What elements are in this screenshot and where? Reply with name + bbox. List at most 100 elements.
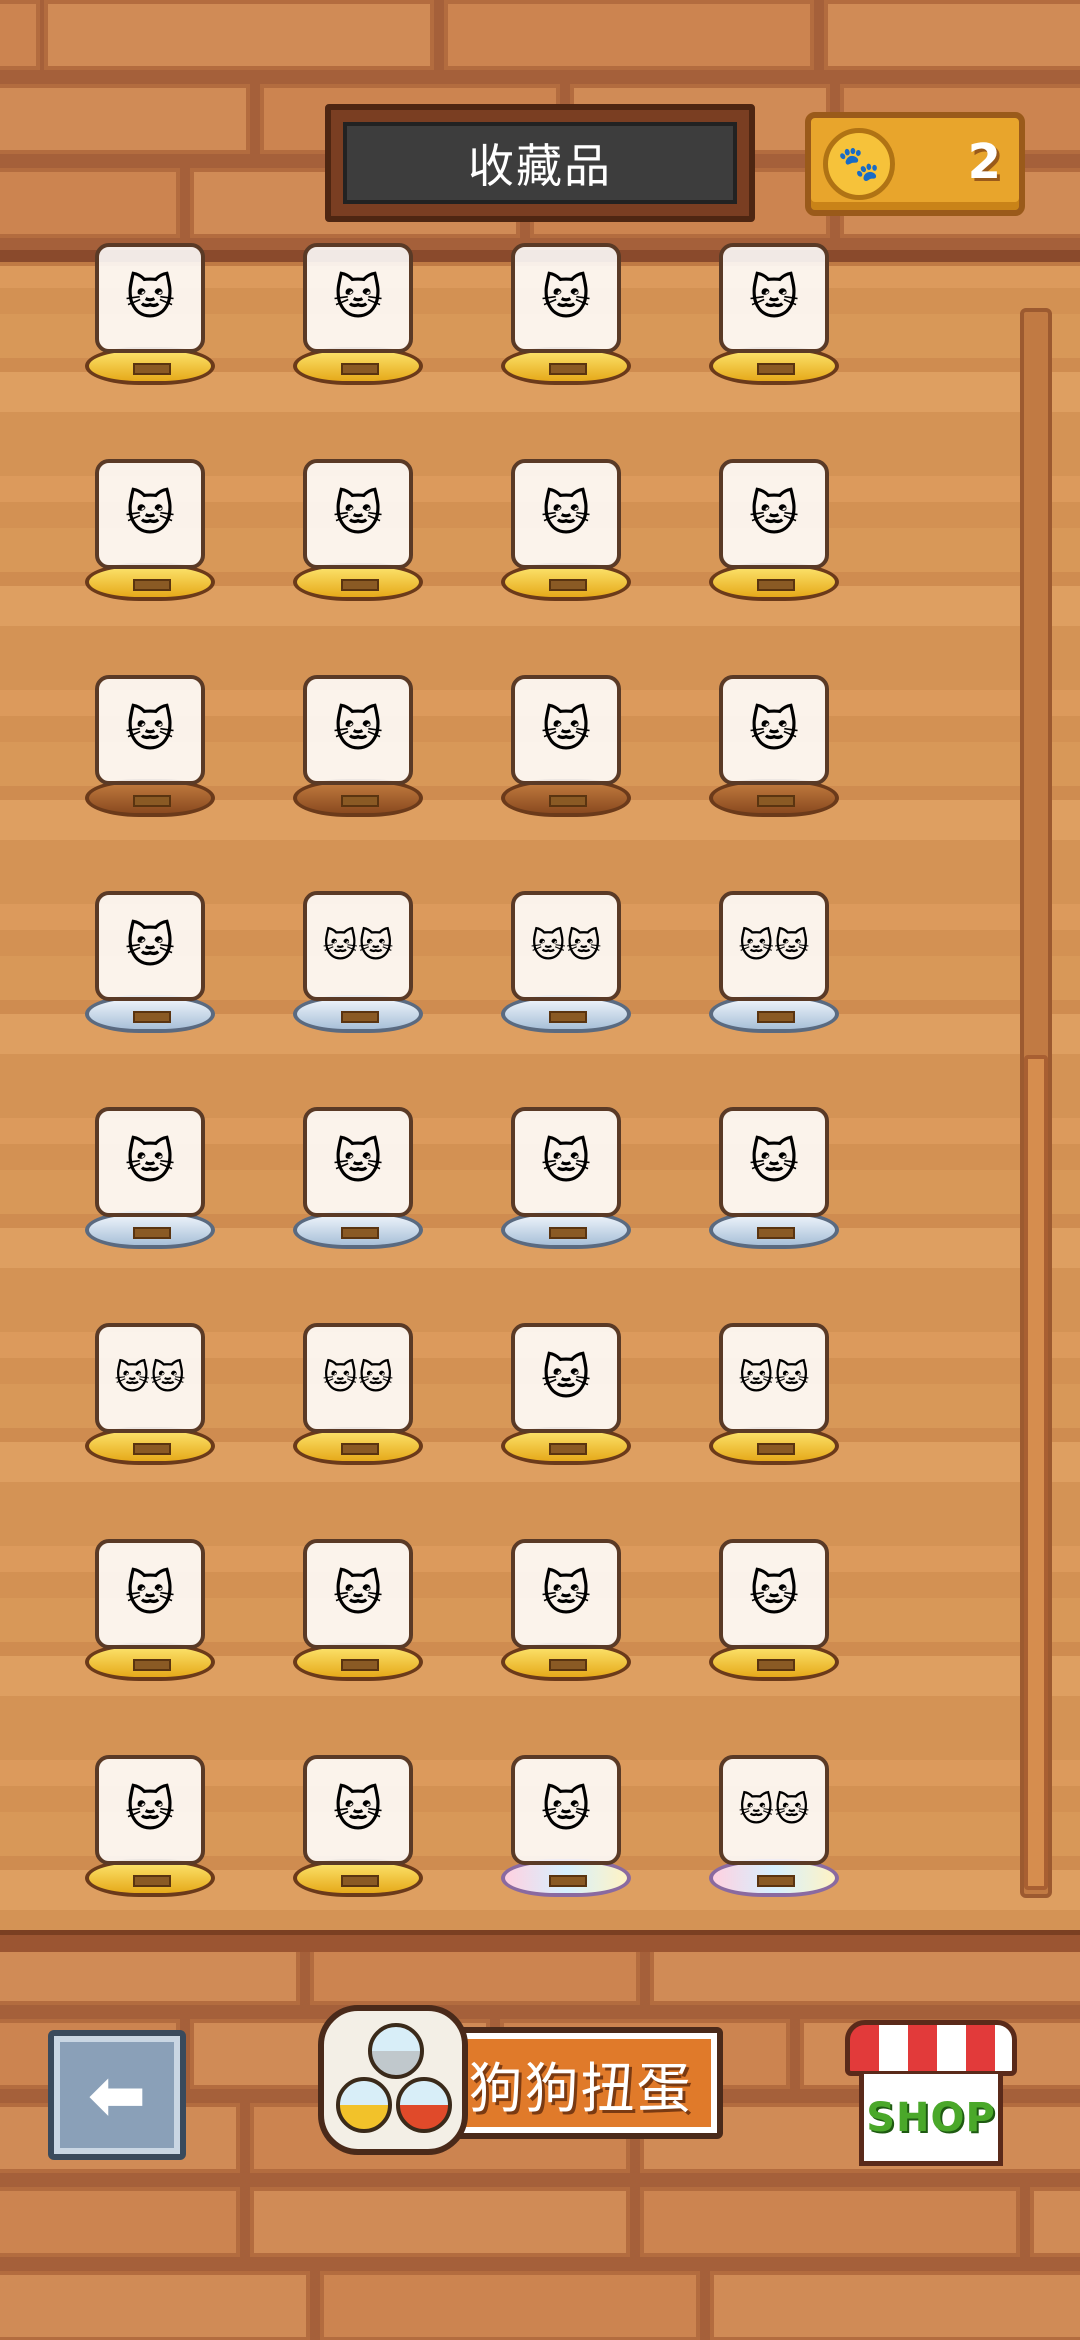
gray-cat-figure-icon: 🐱 — [95, 675, 205, 785]
collectible-round-window-cats[interactable]: 🐱🐱 — [699, 863, 849, 1033]
pedestal-plate — [341, 1227, 379, 1239]
pedestal-plate — [133, 1659, 171, 1671]
pedestal-plate — [133, 1011, 171, 1023]
wardrobe-cat-figure-icon: 🐱 — [511, 675, 621, 785]
detective-cat-figure-icon: 🐱 — [303, 1755, 413, 1865]
collectible-lamp-cat[interactable]: 🐱 — [283, 647, 433, 817]
pedestal-plate — [757, 1443, 795, 1455]
yarn-balls-cat-figure-icon: 🐱 — [719, 459, 829, 569]
shop-sign: SHOP — [859, 2074, 1003, 2166]
collectible-detective-cat[interactable]: 🐱 — [283, 1727, 433, 1897]
hairdryer-cat-figure-icon: 🐱 — [303, 243, 413, 353]
arched-door-cat-figure-icon: 🐱 — [95, 1107, 205, 1217]
collectible-fireplace-cats[interactable]: 🐱🐱 — [75, 1295, 225, 1465]
pedestal-plate — [133, 1875, 171, 1887]
collectible-gray-cat[interactable]: 🐱 — [75, 647, 225, 817]
collectible-wizard-cat[interactable]: 🐱 — [75, 1511, 225, 1681]
collectible-arched-door-cat[interactable]: 🐱 — [75, 1079, 225, 1249]
snow-globe-red-cat-figure-icon: 🐱 — [303, 459, 413, 569]
page-title: 收藏品 — [343, 122, 737, 204]
pedestal-plate — [549, 579, 587, 591]
scrollbar-thumb[interactable] — [1024, 1055, 1048, 1890]
coin-count: 2 — [967, 134, 1001, 190]
window-cat-figure-icon: 🐱 — [95, 891, 205, 1001]
pedestal-plate — [757, 1227, 795, 1239]
gacha-label: 狗狗扭蛋 — [468, 2056, 693, 2120]
collectible-bathtub-cat[interactable]: 🐱 — [75, 215, 225, 385]
pedestal-plate — [549, 1227, 587, 1239]
collectible-bone-cat[interactable]: 🐱 — [491, 1727, 641, 1897]
collectible-hairdryer-cat[interactable]: 🐱 — [283, 215, 433, 385]
golden-bed-cat-figure-icon: 🐱 — [511, 459, 621, 569]
lamp-cat-figure-icon: 🐱 — [303, 675, 413, 785]
sofa-cats-figure-icon: 🐱🐱 — [511, 891, 621, 1001]
bathtub-cat-figure-icon: 🐱 — [95, 243, 205, 353]
shop-button[interactable]: SHOP — [845, 2020, 1017, 2168]
pedestal-plate — [133, 579, 171, 591]
tea-party-cats-figure-icon: 🐱🐱 — [303, 1323, 413, 1433]
parachute-cat-orange-figure-icon: 🐱 — [511, 1539, 621, 1649]
collectible-golden-bed-cat[interactable]: 🐱 — [491, 431, 641, 601]
collectible-dining-table-cat[interactable]: 🐱 — [491, 215, 641, 385]
moon-cat-figure-icon: 🐱 — [303, 1539, 413, 1649]
collectible-snow-globe-blue-cat[interactable]: 🐱 — [491, 1295, 641, 1465]
collectible-wardrobe-cat[interactable]: 🐱 — [491, 647, 641, 817]
pedestal-plate — [757, 579, 795, 591]
capsule-ball-gray — [368, 2023, 424, 2079]
collectible-parachute-cat-gray[interactable]: 🐱 — [699, 1511, 849, 1681]
gacha-capsule-icon — [318, 2005, 468, 2155]
cat-pair-figure-icon: 🐱🐱 — [303, 891, 413, 1001]
capsule-ball-red — [396, 2077, 452, 2133]
collectible-door-cat[interactable]: 🐱 — [699, 215, 849, 385]
snow-globe-blue-cat-figure-icon: 🐱 — [511, 1323, 621, 1433]
gacha-label-box: 狗狗扭蛋 — [438, 2027, 723, 2139]
collectible-tea-party-cats[interactable]: 🐱🐱 — [283, 1295, 433, 1465]
collectible-tv-stand-cat[interactable]: 🐱 — [491, 1079, 641, 1249]
pedestal-plate — [549, 1659, 587, 1671]
collectible-yarn-balls-cat[interactable]: 🐱 — [699, 431, 849, 601]
shop-label: SHOP — [866, 2094, 996, 2141]
pedestal-plate — [341, 1011, 379, 1023]
pedestal-plate — [341, 1875, 379, 1887]
collectible-armchair-cat[interactable]: 🐱 — [283, 1079, 433, 1249]
pedestal-plate — [757, 1659, 795, 1671]
pedestal-plate — [341, 1659, 379, 1671]
tea-table-cat-figure-icon: 🐱 — [95, 459, 205, 569]
bone-cat-figure-icon: 🐱 — [511, 1755, 621, 1865]
collectible-window-cat[interactable]: 🐱 — [75, 863, 225, 1033]
collectible-food-bowl-cat[interactable]: 🐱 — [75, 1727, 225, 1897]
dog-gacha-button[interactable]: 狗狗扭蛋 — [318, 2005, 723, 2155]
pedestal-plate — [757, 1011, 795, 1023]
collectible-knit-hat-cats[interactable]: 🐱🐱 — [699, 1727, 849, 1897]
bathtub-cats-figure-icon: 🐱🐱 — [719, 1323, 829, 1433]
pedestal-plate — [549, 795, 587, 807]
capsule-ball-yellow — [336, 2077, 392, 2133]
dining-table-cat-figure-icon: 🐱 — [511, 243, 621, 353]
title-plaque: 收藏品 — [325, 104, 755, 222]
collectible-moon-cat[interactable]: 🐱 — [283, 1511, 433, 1681]
pedestal-plate — [341, 579, 379, 591]
pedestal-plate — [133, 363, 171, 375]
coin-counter: 🐾 2 — [805, 112, 1025, 216]
collectible-blue-bed-cat[interactable]: 🐱 — [699, 1079, 849, 1249]
food-bowl-cat-figure-icon: 🐱 — [95, 1755, 205, 1865]
shelf-bottom-edge — [0, 1930, 1080, 1952]
collectible-cat-pair[interactable]: 🐱🐱 — [283, 863, 433, 1033]
collectible-plant-stool-cat[interactable]: 🐱 — [699, 647, 849, 817]
pedestal-plate — [133, 795, 171, 807]
arrow-left-icon: ⬅ — [87, 2054, 147, 2136]
parachute-cat-gray-figure-icon: 🐱 — [719, 1539, 829, 1649]
collectible-tea-table-cat[interactable]: 🐱 — [75, 431, 225, 601]
pedestal-plate — [341, 1443, 379, 1455]
pedestal-plate — [549, 1011, 587, 1023]
collectible-bathtub-cats[interactable]: 🐱🐱 — [699, 1295, 849, 1465]
fireplace-cats-figure-icon: 🐱🐱 — [95, 1323, 205, 1433]
pedestal-plate — [549, 1875, 587, 1887]
paw-coin-icon: 🐾 — [823, 128, 895, 200]
collectible-parachute-cat-orange[interactable]: 🐱 — [491, 1511, 641, 1681]
pedestal-plate — [133, 1443, 171, 1455]
collectible-snow-globe-red-cat[interactable]: 🐱 — [283, 431, 433, 601]
collectible-sofa-cats[interactable]: 🐱🐱 — [491, 863, 641, 1033]
tv-stand-cat-figure-icon: 🐱 — [511, 1107, 621, 1217]
back-button[interactable]: ⬅ — [48, 2030, 186, 2160]
